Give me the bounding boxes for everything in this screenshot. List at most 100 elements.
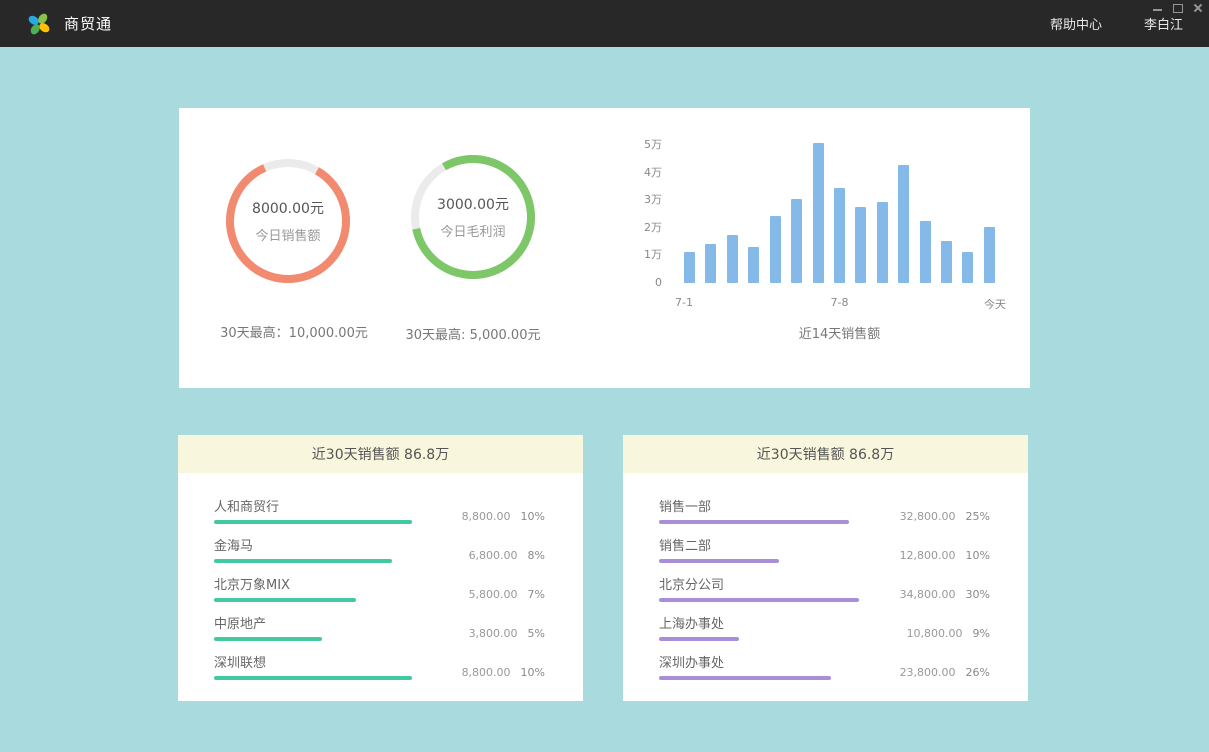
window-controls bbox=[1152, 3, 1203, 12]
rank-bar bbox=[214, 676, 412, 680]
rank-value: 3,800.00 5% bbox=[469, 627, 545, 640]
rank-percent: 30% bbox=[966, 588, 990, 601]
rank-label: 深圳办事处 bbox=[659, 652, 869, 671]
sales-bar bbox=[770, 216, 781, 283]
rank-row: 中原地产 3,800.00 5% bbox=[214, 607, 545, 646]
rank-bar bbox=[659, 676, 831, 680]
rank-amount: 8,800.00 bbox=[462, 666, 511, 679]
rank-row: 人和商贸行 8,800.0010% bbox=[214, 490, 545, 529]
rank-value: 32,800.00 25% bbox=[900, 510, 990, 523]
rank-bar bbox=[659, 559, 779, 563]
rank-row: 北京万象MIX 5,800.007% bbox=[214, 568, 545, 607]
rank-amount: 32,800.00 bbox=[900, 510, 956, 523]
rank-bar bbox=[214, 637, 322, 641]
bar-plot bbox=[684, 143, 995, 283]
today-profit-value: 3000.00元 bbox=[437, 194, 509, 214]
rank-amount: 3,800.00 bbox=[469, 627, 518, 640]
bar-chart-caption: 近14天销售额 bbox=[684, 323, 995, 342]
sales-bar bbox=[920, 221, 931, 283]
sales-bar bbox=[791, 199, 802, 283]
rank-percent: 5% bbox=[528, 627, 545, 640]
rank-label: 金海马 bbox=[214, 535, 424, 554]
sales-bar bbox=[748, 247, 759, 283]
rank-left: 销售一部 bbox=[659, 496, 869, 524]
rank-value: 34,800.00 30% bbox=[900, 588, 990, 601]
rank-label: 深圳联想 bbox=[214, 652, 424, 671]
rank-percent: 10% bbox=[966, 549, 990, 562]
close-icon[interactable] bbox=[1192, 3, 1203, 12]
rank-percent: 26% bbox=[966, 666, 990, 679]
today-profit-donut: 3000.00元 今日毛利润 bbox=[407, 151, 539, 283]
rank-left: 深圳办事处 bbox=[659, 652, 869, 680]
y-tick-label: 0 bbox=[634, 276, 662, 290]
rank-left: 人和商贸行 bbox=[214, 496, 424, 524]
rank-value: 23,800.00 26% bbox=[900, 666, 990, 679]
user-menu[interactable]: 李白江 bbox=[1144, 14, 1183, 33]
sales-bar bbox=[898, 165, 909, 283]
rank-bar bbox=[659, 637, 739, 641]
rank-value: 12,800.00 10% bbox=[900, 549, 990, 562]
x-ticks: 7-17-8今天 bbox=[684, 296, 995, 312]
sales-bar bbox=[705, 244, 716, 283]
department-ranking-panel: 近30天销售额 86.8万 销售一部 32,800.00 25% 销售二部 12,800… bbox=[623, 435, 1028, 701]
rank-label: 北京万象MIX bbox=[214, 574, 424, 593]
rank-value: 6,800.008% bbox=[469, 549, 545, 562]
rank-amount: 12,800.00 bbox=[900, 549, 956, 562]
minimize-icon[interactable] bbox=[1152, 3, 1163, 12]
rank-left: 金海马 bbox=[214, 535, 424, 563]
rank-left: 销售二部 bbox=[659, 535, 869, 563]
rank-amount: 8,800.00 bbox=[462, 510, 511, 523]
donut-center: 8000.00元 今日销售额 bbox=[222, 155, 354, 287]
rank-amount: 23,800.00 bbox=[900, 666, 956, 679]
y-tick-label: 3万 bbox=[634, 193, 662, 207]
rank-row: 深圳办事处 23,800.00 26% bbox=[659, 646, 990, 685]
sales-bar bbox=[813, 143, 824, 283]
rank-bar bbox=[214, 559, 392, 563]
sales-bar bbox=[962, 252, 973, 283]
rank-amount: 5,800.00 bbox=[469, 588, 518, 601]
rank-left: 上海办事处 bbox=[659, 613, 869, 641]
maximize-icon[interactable] bbox=[1172, 3, 1183, 12]
app-title: 商贸通 bbox=[64, 13, 112, 34]
x-tick-label: 7-1 bbox=[675, 296, 693, 309]
rank-amount: 6,800.00 bbox=[469, 549, 518, 562]
rank-left: 中原地产 bbox=[214, 613, 424, 641]
x-tick-label: 今天 bbox=[984, 296, 1006, 312]
today-sales-label: 今日销售额 bbox=[255, 225, 320, 244]
rank-label: 北京分公司 bbox=[659, 574, 869, 593]
today-sales-value: 8000.00元 bbox=[252, 198, 324, 218]
rank-row: 销售二部 12,800.00 10% bbox=[659, 529, 990, 568]
rank-value: 10,800.00 9% bbox=[907, 627, 990, 640]
rank-row: 销售一部 32,800.00 25% bbox=[659, 490, 990, 529]
rank-label: 人和商贸行 bbox=[214, 496, 424, 515]
panel-header: 近30天销售额 86.8万 bbox=[623, 435, 1028, 473]
rank-label: 销售二部 bbox=[659, 535, 869, 554]
rank-value: 8,800.0010% bbox=[462, 666, 545, 679]
rank-amount: 10,800.00 bbox=[907, 627, 963, 640]
y-tick-label: 1万 bbox=[634, 248, 662, 262]
help-center-link[interactable]: 帮助中心 bbox=[1050, 14, 1102, 33]
profit-30d-max-note: 30天最高: 5,000.00元 bbox=[343, 324, 603, 343]
panel-title: 近30天销售额 86.8万 bbox=[757, 444, 894, 464]
titlebar: 商贸通 帮助中心 李白江 bbox=[0, 0, 1209, 47]
rank-percent: 9% bbox=[973, 627, 990, 640]
rank-value: 8,800.0010% bbox=[462, 510, 545, 523]
rank-row: 金海马 6,800.008% bbox=[214, 529, 545, 568]
donut-center: 3000.00元 今日毛利润 bbox=[407, 151, 539, 283]
rank-percent: 25% bbox=[966, 510, 990, 523]
rank-amount: 34,800.00 bbox=[900, 588, 956, 601]
sales-bar bbox=[877, 202, 888, 283]
rank-bar bbox=[214, 520, 412, 524]
panel-body: 销售一部 32,800.00 25% 销售二部 12,800.00 10% 北京分公司 34,… bbox=[623, 473, 1028, 685]
y-tick-label: 5万 bbox=[634, 138, 662, 152]
rank-row: 深圳联想 8,800.0010% bbox=[214, 646, 545, 685]
rank-label: 上海办事处 bbox=[659, 613, 869, 632]
rank-left: 深圳联想 bbox=[214, 652, 424, 680]
x-tick-label: 7-8 bbox=[831, 296, 849, 309]
y-tick-label: 2万 bbox=[634, 221, 662, 235]
sales-bar bbox=[684, 252, 695, 283]
customer-ranking-panel: 近30天销售额 86.8万 人和商贸行8,800.0010%金海马6,800.0… bbox=[178, 435, 583, 701]
rank-value: 5,800.007% bbox=[469, 588, 545, 601]
sales-bar bbox=[984, 227, 995, 283]
app-logo-icon bbox=[26, 11, 52, 37]
